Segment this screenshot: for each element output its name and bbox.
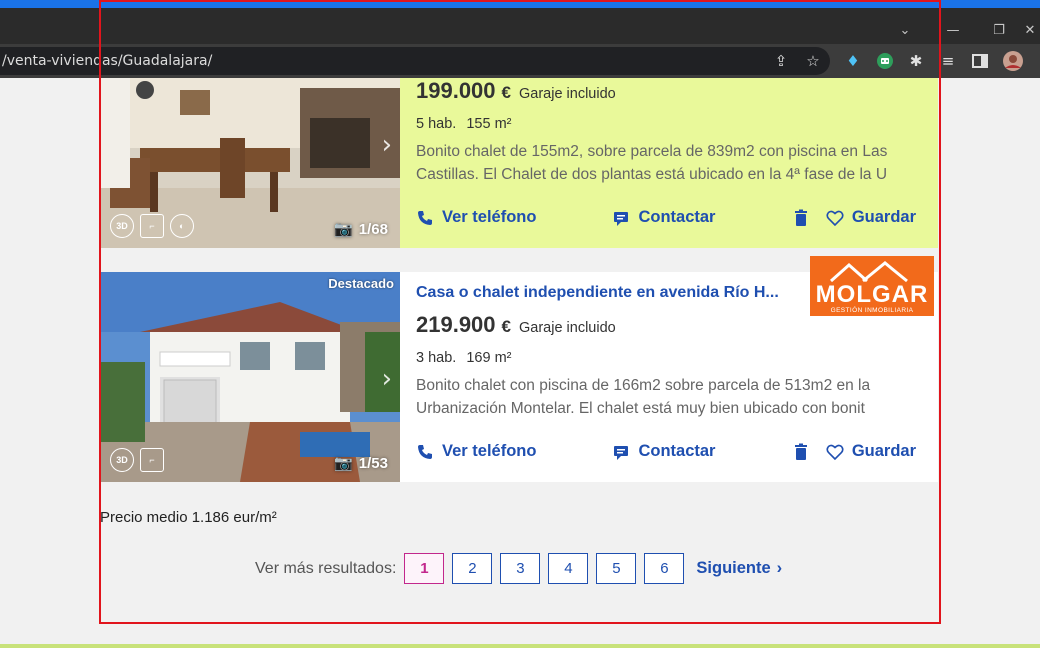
- save-button[interactable]: Guardar: [826, 442, 916, 461]
- listing-photo[interactable]: Destacado › 3D ⌐ 📷 1/53: [100, 272, 400, 482]
- virtual-tour-icon[interactable]: ◐: [170, 214, 194, 238]
- agency-name: MOLGAR: [815, 281, 929, 308]
- agency-tagline: GESTIÓN INMOBILIARIA: [830, 307, 914, 314]
- camera-icon: 📷: [334, 221, 353, 238]
- phone-button[interactable]: Ver teléfono: [416, 208, 536, 227]
- share-icon[interactable]: ⇪: [770, 50, 792, 72]
- photo-counter: 📷 1/53: [334, 454, 388, 473]
- contact-button[interactable]: Contactar: [612, 208, 715, 227]
- photo-features: 3D ⌐: [110, 448, 164, 472]
- phone-icon: [418, 210, 432, 225]
- page-button-5[interactable]: 5: [596, 553, 637, 584]
- listing-actions: Ver teléfono Contactar Guardar: [416, 442, 916, 461]
- listing-card[interactable]: › 3D ⌐ ◐ 📷 1/68 199.000 € Garaje incluid…: [100, 78, 938, 248]
- extensions-puzzle-icon[interactable]: ✱: [905, 50, 927, 72]
- listing-info: 199.000 € Garaje incluido 5 hab. 155 m² …: [416, 78, 918, 186]
- delete-button[interactable]: [792, 209, 810, 227]
- average-price: Precio medio 1.186 eur/m²: [100, 509, 277, 526]
- side-panel-icon[interactable]: [969, 50, 991, 72]
- heart-icon: [826, 210, 844, 226]
- camera-icon: 📷: [334, 455, 353, 472]
- area: 169 m²: [466, 350, 512, 366]
- minimize-button[interactable]: —: [930, 16, 976, 44]
- pagination: Ver más resultados: 1 2 3 4 5 6 Siguient…: [255, 553, 782, 584]
- browser-top-accent: [0, 0, 1040, 8]
- trash-icon: [794, 209, 807, 226]
- restore-button[interactable]: ❐: [976, 16, 1022, 44]
- listing-description[interactable]: Bonito chalet de 155m2, sobre parcela de…: [416, 140, 906, 186]
- area: 155 m²: [466, 116, 512, 132]
- photo-counter: 📷 1/68: [334, 220, 388, 239]
- page-button-6[interactable]: 6: [644, 553, 685, 584]
- profile-avatar[interactable]: [1002, 50, 1024, 72]
- next-page-link[interactable]: Siguiente ›: [696, 559, 782, 578]
- 3d-tour-icon[interactable]: 3D: [110, 448, 134, 472]
- photo-features: 3D ⌐ ◐: [110, 214, 194, 238]
- floor-plan-icon[interactable]: ⌐: [140, 448, 164, 472]
- contact-button[interactable]: Contactar: [612, 442, 715, 461]
- listing-description[interactable]: Bonito chalet con piscina de 166m2 sobre…: [416, 374, 906, 420]
- rooms: 5 hab.: [416, 116, 457, 132]
- phone-button[interactable]: Ver teléfono: [416, 442, 536, 461]
- parking-label: Garaje incluido: [519, 86, 616, 102]
- address-url: /venta-viviendas/Guadalajara/: [2, 53, 213, 69]
- pagination-label: Ver más resultados:: [255, 559, 397, 577]
- address-bar[interactable]: /venta-viviendas/Guadalajara/ ⇪ ☆: [0, 47, 830, 75]
- price: 219.900: [416, 312, 496, 337]
- agency-logo[interactable]: MOLGAR GESTIÓN INMOBILIARIA: [810, 256, 934, 316]
- tab-search-chevron-icon[interactable]: ⌄: [882, 16, 928, 44]
- listing-photo[interactable]: › 3D ⌐ ◐ 📷 1/68: [100, 78, 400, 248]
- price-row: 199.000 € Garaje incluido: [416, 78, 918, 104]
- listing-details: 3 hab. 169 m²: [416, 350, 918, 366]
- house-roof-logo-icon: [830, 261, 908, 283]
- trash-icon: [794, 443, 807, 460]
- page-button-3[interactable]: 3: [500, 553, 541, 584]
- next-photo-chevron-icon[interactable]: ›: [382, 130, 392, 160]
- chat-icon: [614, 211, 629, 226]
- parking-label: Garaje incluido: [519, 320, 616, 336]
- currency: €: [501, 83, 511, 102]
- next-photo-chevron-icon[interactable]: ›: [382, 364, 392, 394]
- browser-titlebar: ⌄ — ❐ ✕: [0, 8, 1040, 44]
- page-button-1[interactable]: 1: [404, 553, 445, 584]
- price: 199.000: [416, 78, 496, 103]
- currency: €: [501, 317, 511, 336]
- bookmark-star-icon[interactable]: ☆: [802, 50, 824, 72]
- browser-toolbar: /venta-viviendas/Guadalajara/ ⇪ ☆ ♦ ✱ ≡: [0, 44, 1040, 78]
- listing-details: 5 hab. 155 m²: [416, 116, 918, 132]
- reading-list-icon[interactable]: ≡: [937, 50, 959, 72]
- listing-card[interactable]: Destacado › 3D ⌐ 📷 1/53 Casa o chalet in…: [100, 256, 938, 482]
- delete-button[interactable]: [792, 443, 810, 461]
- page-button-2[interactable]: 2: [452, 553, 493, 584]
- phone-icon: [418, 444, 432, 459]
- page-button-4[interactable]: 4: [548, 553, 589, 584]
- extension-robot-icon[interactable]: [874, 50, 896, 72]
- featured-badge: Destacado: [328, 276, 394, 291]
- chat-icon: [614, 445, 629, 460]
- 3d-tour-icon[interactable]: 3D: [110, 214, 134, 238]
- save-button[interactable]: Guardar: [826, 208, 916, 227]
- close-button[interactable]: ✕: [1020, 16, 1040, 44]
- extension-diamond-icon[interactable]: ♦: [842, 50, 864, 72]
- floor-plan-icon[interactable]: ⌐: [140, 214, 164, 238]
- bottom-accent-line: [0, 644, 1040, 648]
- chevron-right-icon: ›: [776, 559, 783, 577]
- heart-icon: [826, 444, 844, 460]
- rooms: 3 hab.: [416, 350, 457, 366]
- listing-actions: Ver teléfono Contactar Guardar: [416, 208, 916, 227]
